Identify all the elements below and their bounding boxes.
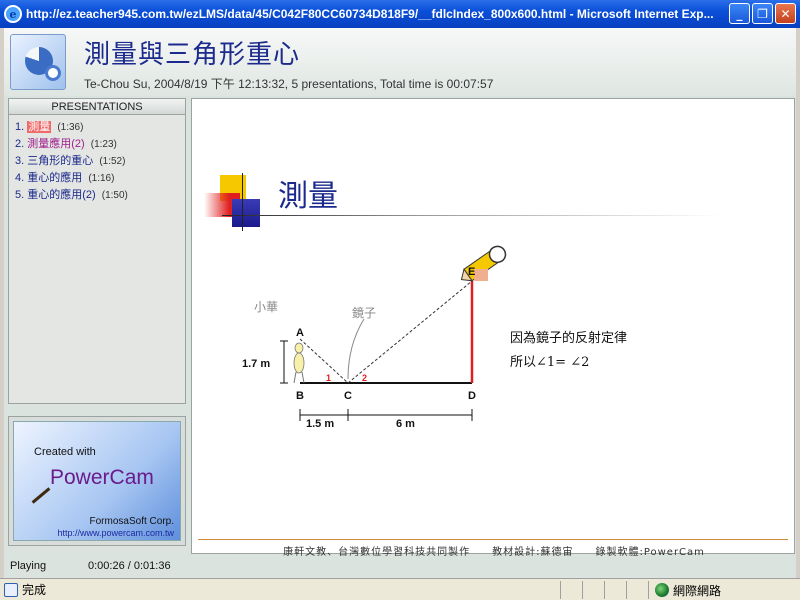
item-title-link[interactable]: 三角形的重心 [27, 155, 93, 167]
label-height: 1.7 m [242, 358, 270, 370]
presentations-list: 1. 測量 (1:36) 2. 測量應用(2) (1:23) 3. 三角形的重心… [9, 115, 185, 208]
security-zone-label: 網際網路 [673, 583, 722, 598]
slide-footer-divider [198, 539, 788, 540]
label-a: A [296, 327, 304, 339]
presentation-item[interactable]: 4. 重心的應用 (1:16) [15, 170, 179, 187]
promo-brand: PowerCam [50, 466, 154, 489]
item-title-link[interactable]: 重心的應用 [27, 172, 82, 184]
maximize-button[interactable]: ❐ [752, 3, 773, 24]
incident-ray [299, 338, 349, 384]
label-angle1: 1 [326, 373, 331, 383]
browser-status-bar: 完成 網際網路 [0, 578, 800, 600]
item-number: 2. [15, 138, 25, 150]
hand-icon [474, 269, 488, 281]
promo-company: FormosaSoft Corp. [89, 516, 174, 527]
course-title: 測量與三角形重心 [84, 40, 301, 70]
person-figure [293, 342, 305, 384]
reflected-ray [347, 280, 473, 384]
window-title: http://ez.teacher945.com.tw/ezLMS/data/4… [26, 7, 714, 21]
item-number: 3. [15, 155, 25, 167]
presentation-item[interactable]: 1. 測量 (1:36) [15, 119, 179, 136]
label-b: B [296, 390, 304, 402]
item-duration: (1:50) [101, 190, 128, 201]
item-duration: (1:23) [90, 139, 117, 150]
item-title-link[interactable]: 測量應用(2) [27, 138, 84, 150]
powercam-player: 測量與三角形重心 Te-Chou Su, 2004/8/19 下午 12:13:… [4, 28, 796, 578]
playback-time: 0:00:26 / 0:01:36 [88, 560, 171, 572]
item-duration: (1:16) [88, 173, 115, 184]
page-icon [4, 582, 18, 597]
course-info: Te-Chou Su, 2004/8/19 下午 12:13:32, 5 pre… [84, 77, 494, 91]
promo-created-with: Created with [34, 446, 96, 458]
player-header: 測量與三角形重心 Te-Chou Su, 2004/8/19 下午 12:13:… [4, 28, 796, 96]
item-number: 5. [15, 189, 25, 201]
item-duration: (1:36) [57, 122, 84, 133]
slide-caption-line2: 所以∠1= ∠2 [510, 355, 590, 370]
mirror-diagram: 小華 A B C D E 鏡子 1 2 1.7 m 1.5 m 6 m [242, 245, 507, 430]
browser-status-text: 完成 [22, 583, 47, 597]
label-person: 小華 [254, 300, 278, 314]
label-angle2: 2 [362, 373, 367, 383]
presentation-item[interactable]: 3. 三角形的重心 (1:52) [15, 153, 179, 170]
player-status: Playing 0:00:26 / 0:01:36 [4, 556, 796, 578]
playback-state: Playing [10, 560, 47, 572]
label-c: C [344, 390, 352, 402]
label-d: D [468, 390, 476, 402]
security-zone[interactable]: 網際網路 [648, 581, 798, 599]
mirror-pointer [347, 318, 365, 380]
label-mirror: 鏡子 [352, 305, 376, 320]
presentations-heading: PRESENTATIONS [9, 99, 185, 115]
presentations-panel: PRESENTATIONS 1. 測量 (1:36) 2. 測量應用(2) (1… [8, 98, 186, 404]
slide-viewer: 測量 小華 A B C D E 鏡子 1 2 1.7 m 1.5 m 6 m 因… [191, 98, 795, 558]
slide-caption-line1: 因為鏡子的反射定律 [510, 331, 628, 346]
powercam-promo-banner[interactable]: Created with PowerCam FormosaSoft Corp. … [8, 416, 186, 546]
pen-icon [31, 487, 51, 504]
item-title-link[interactable]: 測量 [27, 121, 52, 133]
item-number: 4. [15, 172, 25, 184]
presentation-item[interactable]: 2. 測量應用(2) (1:23) [15, 136, 179, 153]
item-duration: (1:52) [99, 156, 126, 167]
label-dist-bc: 1.5 m [306, 418, 334, 430]
label-e: E [468, 266, 475, 278]
minimize-button[interactable]: _ [729, 3, 750, 24]
window-title-bar[interactable]: e http://ez.teacher945.com.tw/ezLMS/data… [0, 0, 800, 28]
item-number: 1. [15, 121, 25, 133]
presentation-item[interactable]: 5. 重心的應用(2) (1:50) [15, 187, 179, 204]
ie-logo-icon: e [4, 5, 22, 23]
label-dist-cd: 6 m [396, 418, 415, 430]
internet-globe-icon [655, 583, 669, 597]
promo-url-link[interactable]: http://www.powercam.com.tw [57, 528, 174, 538]
powercam-logo-icon [10, 34, 66, 90]
item-title-link[interactable]: 重心的應用(2) [27, 189, 95, 201]
close-button[interactable]: ✕ [775, 3, 796, 24]
